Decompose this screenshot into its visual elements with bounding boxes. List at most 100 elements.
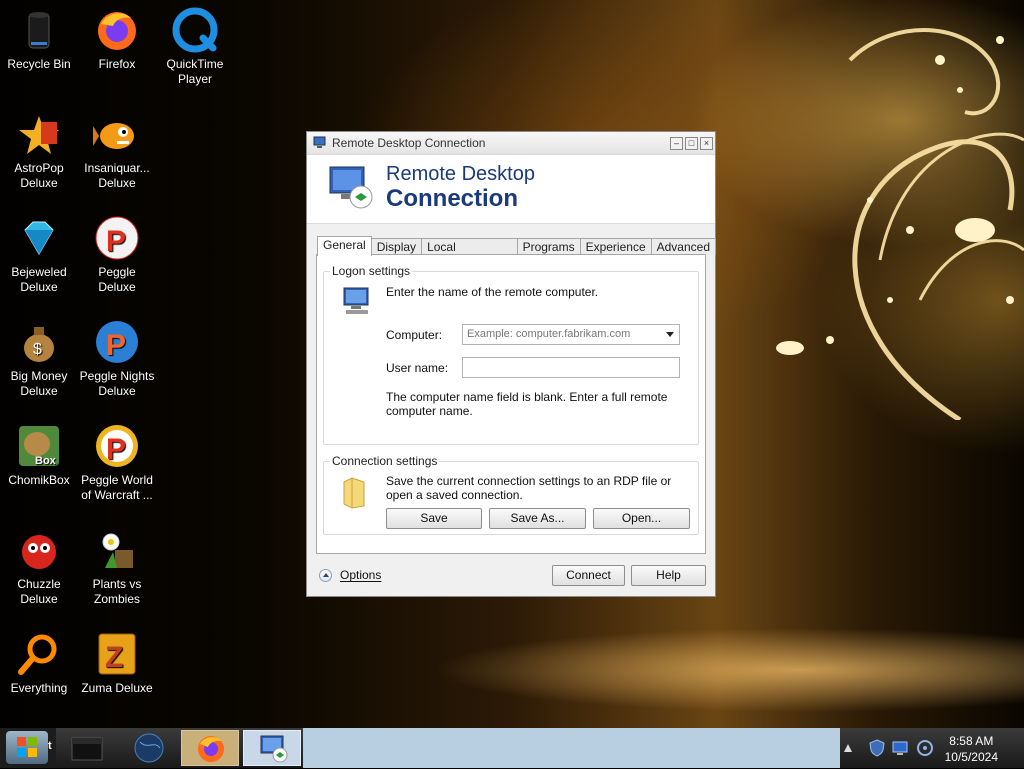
desktop-icon-label: Peggle World of Warcraft ...: [81, 473, 153, 502]
tab-advanced[interactable]: Advanced: [650, 238, 716, 255]
taskbar-app-1[interactable]: [58, 730, 116, 766]
connection-settings-group: Connection settings Save the current con…: [323, 454, 699, 535]
minimize-button[interactable]: –: [670, 136, 683, 150]
recycle-bin-icon: [15, 6, 63, 54]
desktop-icon-label: Zuma Deluxe: [81, 681, 153, 695]
big-money-icon: $: [15, 318, 63, 366]
tab-programs[interactable]: Programs: [516, 238, 581, 255]
close-button[interactable]: ×: [700, 136, 713, 150]
desktop-icon-peggle-wow[interactable]: P Peggle World of Warcraft ...: [78, 416, 156, 503]
desktop-icon-label: Everything: [10, 681, 68, 695]
taskbar-app-2[interactable]: [120, 730, 178, 766]
svg-text:Box: Box: [35, 455, 57, 467]
desktop-icon-bejeweled[interactable]: Bejeweled Deluxe: [0, 208, 78, 295]
desktop-icon-zuma[interactable]: Z Zuma Deluxe: [78, 624, 156, 696]
computer-label: Computer:: [386, 328, 443, 342]
firefox-taskbar-icon: [198, 736, 224, 762]
general-tab-panel: Logon settings Enter the name of the rem…: [316, 254, 706, 554]
zuma-icon: Z: [93, 630, 141, 678]
windows-logo-icon: [6, 731, 48, 764]
tab-local-resources[interactable]: Local Resources: [421, 238, 518, 271]
taskbar-empty-area[interactable]: [303, 728, 840, 768]
desktop-icon-label: QuickTime Player: [166, 57, 224, 86]
taskbar-clock[interactable]: 8:58 AM 10/5/2024: [945, 733, 998, 765]
desktop-icon-plants-vs-zombies[interactable]: Plants vs Zombies: [78, 520, 156, 607]
connection-settings-title: Connection settings: [330, 454, 440, 468]
start-button[interactable]: t: [0, 728, 56, 768]
options-toggle[interactable]: Options: [319, 568, 381, 582]
desktop-icon-peggle-nights[interactable]: P Peggle Nights Deluxe: [78, 312, 156, 399]
desktop-icon-label: Firefox: [98, 57, 136, 71]
connect-button[interactable]: Connect: [552, 565, 625, 586]
window-titlebar[interactable]: Remote Desktop Connection – □ ×: [307, 132, 715, 155]
plants-vs-zombies-icon: [93, 526, 141, 574]
tray-expand-icon[interactable]: [841, 728, 855, 768]
svg-text:$: $: [33, 341, 42, 358]
options-label: Options: [340, 568, 382, 582]
bejeweled-icon: [15, 214, 63, 262]
svg-text:Z: Z: [105, 641, 123, 674]
window-banner: Remote Desktop Connection: [307, 155, 715, 224]
chomikbox-icon: Box: [15, 422, 63, 470]
open-button[interactable]: Open...: [593, 508, 690, 529]
quicktime-icon: [171, 6, 219, 54]
desktop-icon-label: Peggle Nights Deluxe: [79, 369, 155, 398]
svg-text:P: P: [106, 225, 126, 258]
desktop-icon-firefox[interactable]: Firefox: [78, 0, 156, 72]
tab-display[interactable]: Display: [370, 238, 423, 255]
defender-shield-icon[interactable]: [867, 738, 887, 758]
system-tray: 8:58 AM 10/5/2024: [844, 728, 1024, 768]
desktop-icon-label: Insaniquar... Deluxe: [84, 161, 150, 190]
desktop-icon-chuzzle[interactable]: Chuzzle Deluxe: [0, 520, 78, 607]
window-title: Remote Desktop Connection: [332, 136, 486, 150]
desktop-icon-chomikbox[interactable]: Box ChomikBox: [0, 416, 78, 488]
desktop-icon-everything[interactable]: Everything: [0, 624, 78, 696]
save-as-button[interactable]: Save As...: [489, 508, 586, 529]
svg-text:P: P: [106, 433, 126, 466]
save-button[interactable]: Save: [386, 508, 482, 529]
remote-desktop-taskbar-icon: [260, 735, 288, 763]
globe-icon: [134, 733, 164, 763]
logon-settings-title: Logon settings: [330, 264, 413, 278]
taskbar-remote-desktop[interactable]: [243, 730, 301, 766]
options-chevron-icon[interactable]: [319, 568, 332, 582]
desktop-icon-label: Chuzzle Deluxe: [17, 577, 61, 606]
desktop-icon-astropop[interactable]: AstroPop Deluxe: [0, 104, 78, 191]
remote-desktop-window: Remote Desktop Connection – □ × Remote D…: [306, 131, 716, 597]
desktop-icon-label: Big Money Deluxe: [10, 369, 68, 398]
banner-title-line2: Connection: [386, 185, 518, 212]
computer-combobox[interactable]: Example: computer.fabrikam.com: [462, 324, 680, 345]
remote-desktop-small-icon: [313, 136, 326, 148]
connection-description: Save the current connection settings to …: [386, 474, 672, 502]
desktop-icon-peggle[interactable]: P Peggle Deluxe: [78, 208, 156, 295]
peggle-icon: P: [93, 214, 141, 262]
tab-general[interactable]: General: [317, 236, 372, 256]
desktop-icon-recycle-bin[interactable]: Recycle Bin: [0, 0, 78, 72]
network-icon[interactable]: [890, 738, 910, 758]
desktop-icon-label: AstroPop Deluxe: [14, 161, 64, 190]
computer-placeholder: Example: computer.fabrikam.com: [467, 328, 631, 340]
remote-desktop-monitor-icon: [329, 166, 373, 209]
help-button[interactable]: Help: [631, 565, 706, 586]
clock-time: 8:58 AM: [949, 734, 994, 748]
insaniquarium-icon: [93, 110, 141, 158]
everything-search-icon: [15, 630, 63, 678]
wallpaper-swirl: [776, 28, 1024, 420]
volume-icon[interactable]: [915, 738, 935, 758]
black-box-icon: [71, 737, 103, 761]
dropdown-arrow-icon[interactable]: [666, 332, 674, 337]
tab-experience[interactable]: Experience: [579, 238, 652, 255]
maximize-button[interactable]: □: [685, 136, 698, 150]
username-field[interactable]: [462, 357, 680, 378]
astropop-icon: [15, 110, 63, 158]
desktop-icon-quicktime[interactable]: QuickTime Player: [156, 0, 234, 87]
desktop-icon-label: Bejeweled Deluxe: [11, 265, 67, 294]
chuzzle-icon: [15, 526, 63, 574]
taskbar: t 8:58 AM 10/5/2024: [0, 728, 1024, 768]
tab-strip: General Display Local Resources Programs…: [317, 236, 716, 271]
desktop-icon-big-money[interactable]: $ Big Money Deluxe: [0, 312, 78, 399]
taskbar-firefox[interactable]: [181, 730, 239, 766]
desktop-icon-insaniquarium[interactable]: Insaniquar... Deluxe: [78, 104, 156, 191]
computer-icon: [343, 287, 369, 314]
peggle-wow-icon: P: [93, 422, 141, 470]
